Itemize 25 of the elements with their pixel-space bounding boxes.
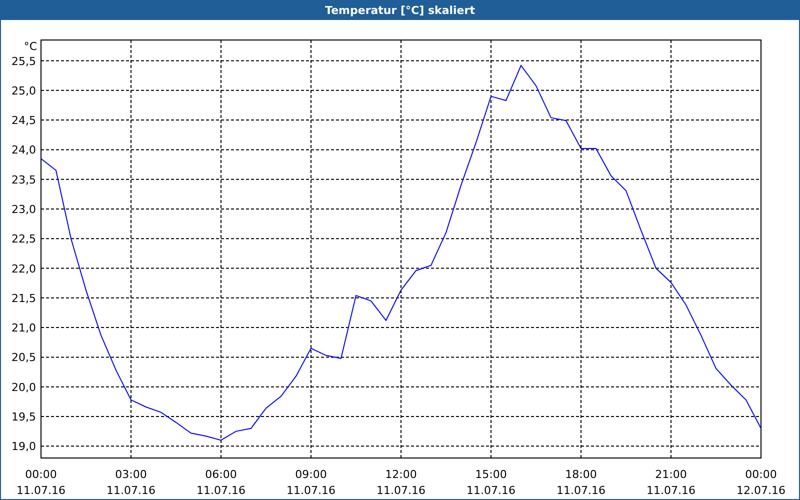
x-tick-label: 00:00 11.07.16 (16, 468, 66, 497)
y-tick-label: 24,0 (12, 144, 36, 157)
y-tick-label: 23,0 (12, 202, 36, 216)
y-axis-unit: °C (24, 40, 37, 53)
x-tick-label: 03:00 11.07.16 (106, 468, 156, 497)
x-tick-label: 21:00 11.07.16 (646, 468, 696, 497)
y-tick-label: 23,5 (12, 173, 36, 186)
x-tick-label: 06:00 11.07.16 (196, 468, 246, 497)
y-tick-label: 25,5 (12, 54, 36, 68)
x-tick-label: 09:00 11.07.16 (286, 468, 336, 497)
y-tick-label: 20,5 (12, 351, 36, 364)
x-tick-label: 00:00 12.07.16 (736, 468, 786, 497)
y-tick-label: 19,0 (12, 440, 36, 454)
x-tick-label: 12:00 11.07.16 (376, 468, 426, 497)
y-tick-label: 21,0 (12, 322, 36, 335)
y-tick-label: 24,5 (12, 114, 36, 128)
window-title: Temperatur [°C] skaliert (1, 1, 799, 20)
x-tick-label: 15:00 11.07.16 (466, 468, 516, 497)
y-tick-label: 21,5 (12, 292, 36, 305)
x-tick-label: 18:00 11.07.16 (556, 468, 606, 497)
y-tick-label: 22,0 (12, 262, 36, 276)
y-tick-label: 20,0 (12, 380, 36, 394)
y-tick-label: 19,5 (12, 410, 36, 424)
y-tick-label: 22,5 (12, 232, 36, 246)
y-tick-label: 25,0 (12, 84, 36, 98)
